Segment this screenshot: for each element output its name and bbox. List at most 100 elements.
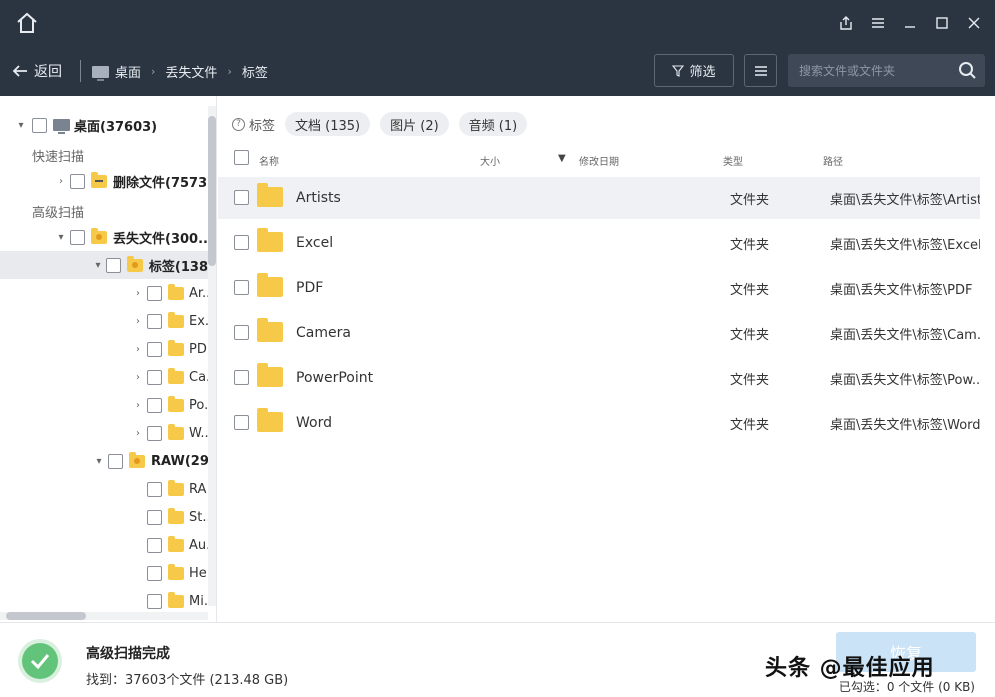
select-all-checkbox[interactable]	[234, 150, 249, 165]
filter-label: 筛选	[689, 65, 716, 80]
column-header-type[interactable]: 类型	[723, 153, 743, 168]
table-row[interactable]: Excel 文件夹 桌面\丢失文件\标签\Excel	[218, 222, 980, 264]
checkbox[interactable]	[147, 537, 162, 553]
chevron-down-icon[interactable]: ▾	[92, 260, 104, 271]
view-menu-button[interactable]	[744, 54, 777, 87]
tree-item-raw-child[interactable]: RA	[147, 475, 206, 503]
chevron-right-icon[interactable]: ›	[54, 176, 68, 187]
checkbox[interactable]	[147, 369, 162, 385]
tab-documents[interactable]: 文档 (135)	[285, 112, 371, 136]
table-row[interactable]: Camera 文件夹 桌面\丢失文件\标签\Cam...	[218, 312, 980, 354]
folder-icon	[257, 273, 283, 297]
tree-item-raw-child[interactable]: St...	[147, 503, 215, 531]
column-header-name[interactable]: 名称	[259, 153, 279, 168]
chevron-down-icon[interactable]: ▾	[92, 456, 106, 467]
file-path: 桌面\丢失文件\标签\Word	[830, 417, 980, 433]
column-header-modified[interactable]: 修改日期	[579, 153, 619, 168]
file-type: 文件夹	[730, 372, 770, 388]
checkbox[interactable]	[234, 235, 249, 250]
share-icon[interactable]	[835, 12, 857, 34]
checkbox[interactable]	[147, 341, 162, 357]
tree-item-tag-child[interactable]: › Ca...	[131, 363, 216, 391]
home-icon[interactable]	[14, 10, 40, 36]
table-row[interactable]: Word 文件夹 桌面\丢失文件\标签\Word	[218, 402, 980, 444]
chevron-down-icon[interactable]: ▾	[54, 232, 68, 243]
chevron-right-icon[interactable]: ›	[131, 316, 145, 327]
breadcrumb-item-lost[interactable]: 丢失文件	[165, 62, 217, 81]
vertical-scrollbar[interactable]	[208, 106, 216, 606]
tree-item-raw-child[interactable]: Au...	[147, 531, 216, 559]
minimize-icon[interactable]	[899, 12, 921, 34]
chevron-right-icon[interactable]: ›	[131, 344, 145, 355]
table-row[interactable]: PowerPoint 文件夹 桌面\丢失文件\标签\Pow...	[218, 357, 980, 399]
tree-item-raw-child[interactable]: He	[147, 559, 207, 587]
tree-label: 桌面(37603)	[74, 119, 158, 135]
checkbox[interactable]	[234, 415, 249, 430]
checkbox[interactable]	[147, 425, 162, 441]
file-type: 文件夹	[730, 327, 770, 343]
back-button[interactable]: 返回	[12, 61, 62, 81]
tree-item-raw[interactable]: ▾ RAW(29...	[92, 447, 216, 475]
tree-item-desktop[interactable]: ▾ 桌面(37603)	[14, 111, 157, 139]
folder-icon	[168, 423, 184, 440]
checkbox[interactable]	[70, 173, 85, 189]
checkbox[interactable]	[234, 190, 249, 205]
checkbox[interactable]	[108, 453, 123, 469]
close-icon[interactable]	[963, 12, 985, 34]
help-icon[interactable]: ?	[232, 117, 245, 131]
folder-icon	[257, 183, 283, 207]
search-icon[interactable]	[958, 61, 977, 80]
breadcrumb-item-desktop[interactable]: 桌面	[115, 62, 141, 81]
breadcrumb-item-tags[interactable]: 标签	[242, 62, 268, 81]
maximize-icon[interactable]	[931, 12, 953, 34]
sort-desc-icon[interactable]: ▼	[558, 153, 566, 164]
tab-images[interactable]: 图片 (2)	[380, 112, 449, 136]
checkbox[interactable]	[147, 313, 162, 329]
checkbox[interactable]	[147, 397, 162, 413]
chevron-right-icon[interactable]: ›	[131, 372, 145, 383]
chevron-right-icon[interactable]: ›	[131, 288, 145, 299]
checkbox[interactable]	[147, 565, 162, 581]
filter-button[interactable]: 筛选	[654, 54, 734, 87]
tree-item-tag-child[interactable]: › Ex...	[131, 307, 216, 335]
checkbox[interactable]	[32, 117, 47, 133]
menu-icon[interactable]	[867, 12, 889, 34]
scrollbar-thumb[interactable]	[6, 612, 86, 620]
checkbox[interactable]	[234, 325, 249, 340]
column-header-size[interactable]: 大小	[480, 153, 500, 168]
column-header-path[interactable]: 路径	[823, 153, 843, 168]
chevron-down-icon[interactable]: ▾	[14, 120, 28, 131]
scrollbar-thumb[interactable]	[208, 116, 216, 266]
tree-item-lost-files[interactable]: ▾ 丢失文件(300...	[54, 223, 213, 251]
checkbox[interactable]	[234, 280, 249, 295]
tree-item-tags[interactable]: ▾ 标签(138	[0, 251, 208, 279]
tree-item-tag-child[interactable]: › Po...	[131, 391, 216, 419]
horizontal-scrollbar[interactable]	[0, 612, 208, 620]
folder-icon	[168, 591, 184, 608]
filter-icon	[672, 64, 685, 77]
folder-icon	[168, 479, 184, 496]
checkbox[interactable]	[147, 481, 162, 497]
tree-label: 标签(138	[148, 259, 208, 275]
tab-audio[interactable]: 音频 (1)	[458, 112, 528, 136]
tree-item-deleted[interactable]: › 删除文件(7573	[54, 167, 207, 195]
checkbox[interactable]	[70, 229, 85, 245]
checkbox[interactable]	[147, 509, 162, 525]
tree-item-raw-child[interactable]: Mi...	[147, 587, 216, 615]
checkbox[interactable]	[147, 285, 162, 301]
chevron-right-icon[interactable]: ›	[131, 400, 145, 411]
search-input[interactable]	[788, 54, 948, 87]
folder-icon	[168, 311, 184, 328]
file-path: 桌面\丢失文件\标签\PDF	[830, 282, 973, 298]
checkbox[interactable]	[147, 593, 162, 609]
tree-label: 丢失文件(300...	[113, 231, 213, 247]
checkbox[interactable]	[234, 370, 249, 385]
table-row[interactable]: Artists 文件夹 桌面\丢失文件\标签\Artists	[218, 177, 980, 219]
chevron-right-icon[interactable]: ›	[131, 428, 145, 439]
tree-item-tag-child[interactable]: › PD	[131, 335, 207, 363]
tree-item-tag-child[interactable]: › Ar...	[131, 279, 214, 307]
file-path: 桌面\丢失文件\标签\Pow...	[830, 372, 980, 388]
tree-item-tag-child[interactable]: › W...	[131, 419, 213, 447]
checkbox[interactable]	[105, 257, 121, 273]
table-row[interactable]: PDF 文件夹 桌面\丢失文件\标签\PDF	[218, 267, 980, 309]
